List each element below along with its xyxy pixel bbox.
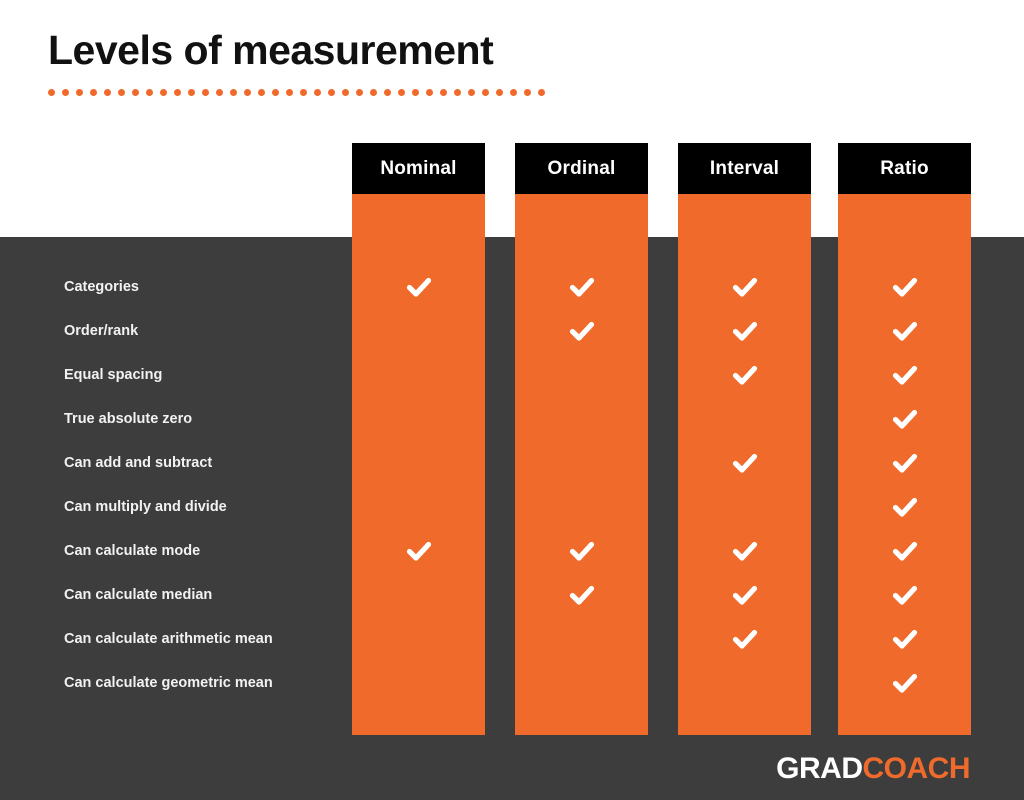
- title-decoration-dot: [202, 89, 209, 96]
- check-icon: [890, 448, 920, 478]
- check-icon: [730, 624, 760, 654]
- check-icon: [890, 272, 920, 302]
- column-header-label: Ratio: [880, 157, 929, 179]
- check-icon: [730, 580, 760, 610]
- title-decoration-dot: [272, 89, 279, 96]
- title-decoration-dot: [314, 89, 321, 96]
- check-icon: [890, 668, 920, 698]
- title-decoration-dot: [188, 89, 195, 96]
- check-icon: [890, 404, 920, 434]
- check-icon: [890, 316, 920, 346]
- check-icon: [730, 360, 760, 390]
- row-label: Categories: [64, 279, 139, 295]
- title-decoration-dot: [342, 89, 349, 96]
- row-label: Order/rank: [64, 323, 139, 339]
- check-icon: [890, 580, 920, 610]
- row-label: Equal spacing: [64, 367, 163, 383]
- title-decoration-dot: [160, 89, 167, 96]
- title-block: Levels of measurement: [48, 27, 494, 73]
- check-icon: [890, 624, 920, 654]
- title-decoration-dot: [412, 89, 419, 96]
- column-header-interval[interactable]: Interval: [678, 143, 811, 194]
- row-label: True absolute zero: [64, 411, 193, 427]
- column-header-nominal[interactable]: Nominal: [352, 143, 485, 194]
- check-icon: [890, 492, 920, 522]
- check-icon: [890, 536, 920, 566]
- check-icon: [730, 536, 760, 566]
- title-decoration-dot: [454, 89, 461, 96]
- column-header-ordinal[interactable]: Ordinal: [515, 143, 648, 194]
- column-header-ratio[interactable]: Ratio: [838, 143, 971, 194]
- title-decoration-dot: [468, 89, 475, 96]
- title-decoration-dot: [230, 89, 237, 96]
- title-decoration-dot: [384, 89, 391, 96]
- title-decoration-dot: [286, 89, 293, 96]
- title-decoration-dot: [76, 89, 83, 96]
- title-decoration-dot: [440, 89, 447, 96]
- row-label: Can calculate arithmetic mean: [64, 631, 273, 647]
- title-decoration-dot: [146, 89, 153, 96]
- title-decoration-dot: [398, 89, 405, 96]
- title-decoration-dot: [104, 89, 111, 96]
- check-icon: [890, 360, 920, 390]
- check-icon: [567, 272, 597, 302]
- check-icon: [567, 536, 597, 566]
- title-decoration-dot: [496, 89, 503, 96]
- title-dot-decoration: [48, 89, 545, 96]
- check-icon: [404, 272, 434, 302]
- title-decoration-dot: [300, 89, 307, 96]
- column-header-label: Nominal: [380, 157, 457, 179]
- title-decoration-dot: [90, 89, 97, 96]
- title-decoration-dot: [328, 89, 335, 96]
- check-icon: [730, 316, 760, 346]
- check-icon: [567, 580, 597, 610]
- title-decoration-dot: [482, 89, 489, 96]
- check-icon: [404, 536, 434, 566]
- title-decoration-dot: [118, 89, 125, 96]
- title-decoration-dot: [174, 89, 181, 96]
- check-icon: [730, 272, 760, 302]
- column-header-label: Ordinal: [547, 157, 616, 179]
- title-decoration-dot: [524, 89, 531, 96]
- title-decoration-dot: [426, 89, 433, 96]
- title-decoration-dot: [244, 89, 251, 96]
- gradcoach-logo: GRADCOACH: [776, 752, 970, 786]
- title-decoration-dot: [356, 89, 363, 96]
- row-label: Can calculate mode: [64, 543, 201, 559]
- check-icon: [730, 448, 760, 478]
- title-decoration-dot: [538, 89, 545, 96]
- check-icon: [567, 316, 597, 346]
- logo-text-coach: COACH: [862, 752, 971, 785]
- row-label: Can multiply and divide: [64, 499, 227, 515]
- title-decoration-dot: [48, 89, 55, 96]
- title-decoration-dot: [62, 89, 69, 96]
- title-decoration-dot: [258, 89, 265, 96]
- row-label: Can calculate geometric mean: [64, 675, 273, 691]
- column-header-label: Interval: [709, 157, 780, 179]
- row-label: Can calculate median: [64, 587, 213, 603]
- title-decoration-dot: [132, 89, 139, 96]
- row-label: Can add and subtract: [64, 455, 213, 471]
- title-decoration-dot: [370, 89, 377, 96]
- logo-text-grad: GRAD: [776, 752, 863, 785]
- title-decoration-dot: [510, 89, 517, 96]
- page-title: Levels of measurement: [48, 27, 494, 73]
- title-decoration-dot: [216, 89, 223, 96]
